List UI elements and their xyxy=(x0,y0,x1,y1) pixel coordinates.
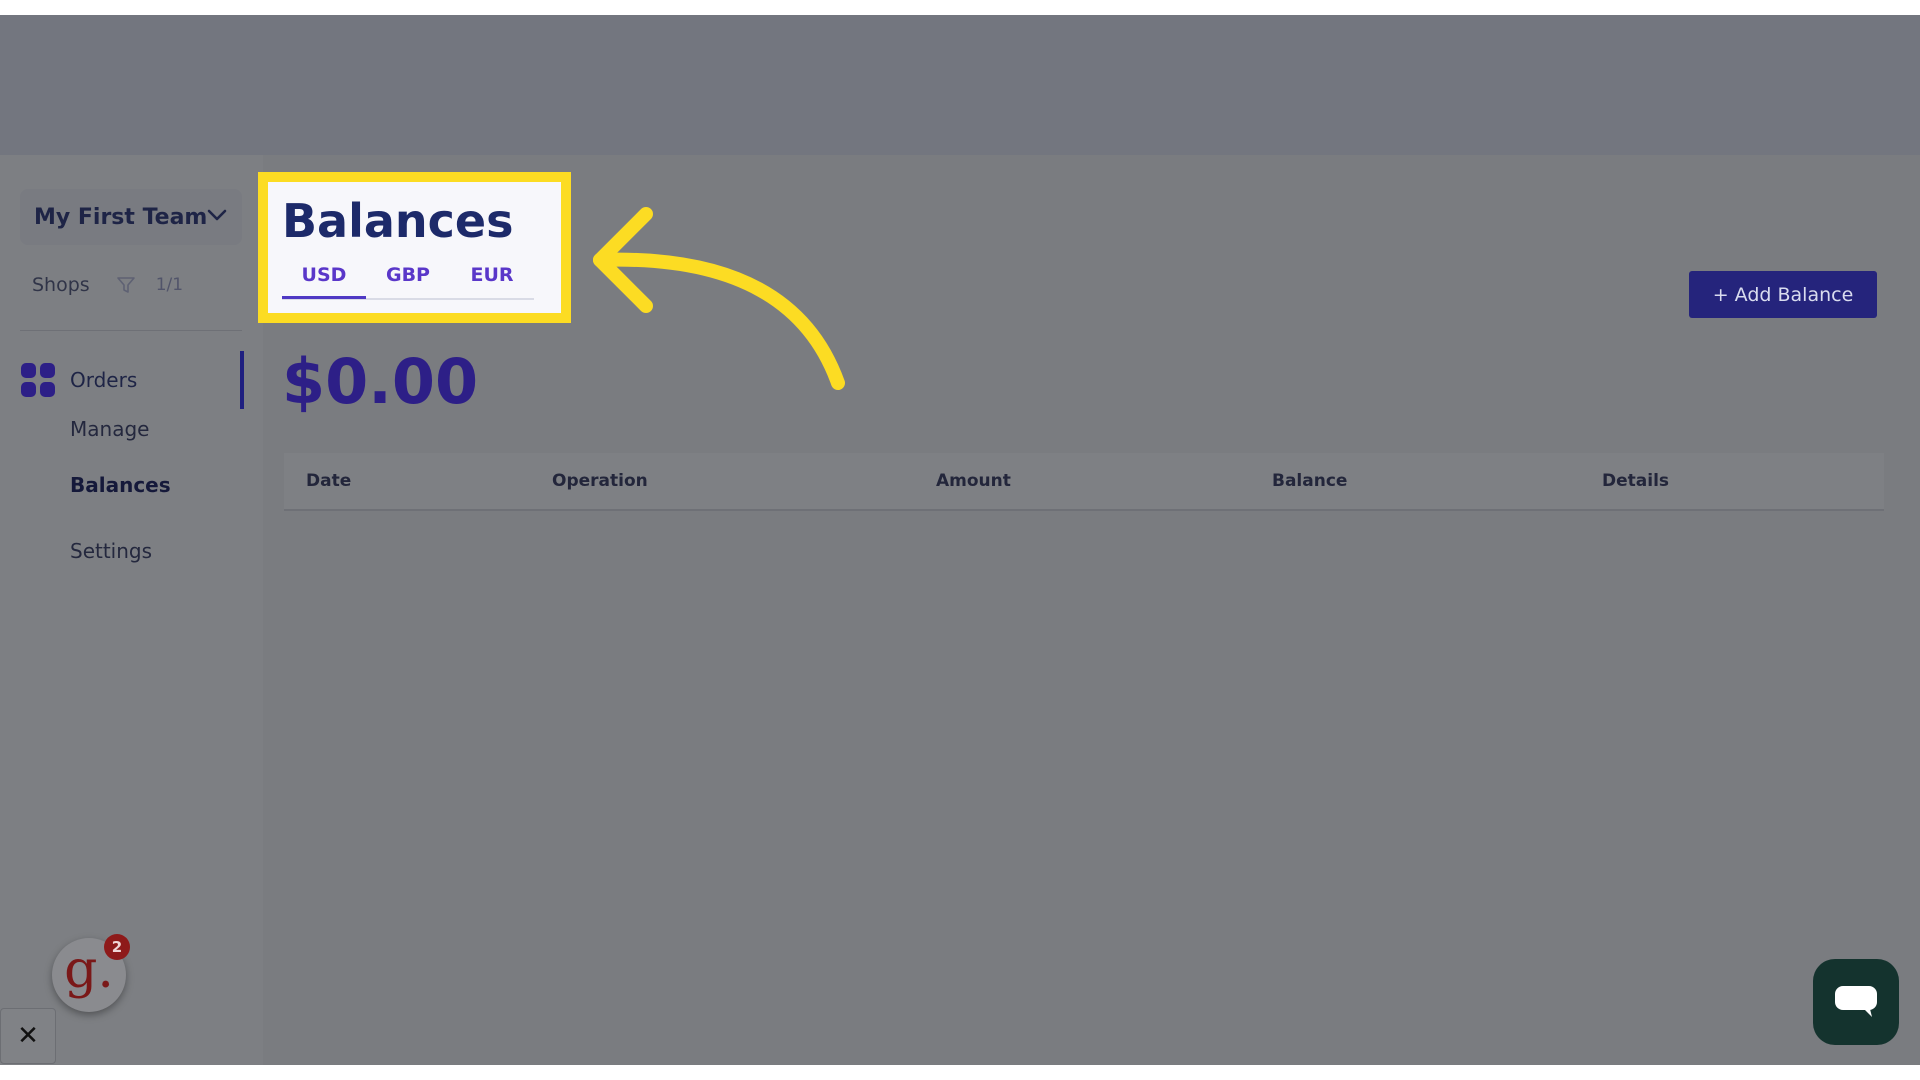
column-header-amount[interactable]: Amount xyxy=(936,471,1011,491)
sidebar-item-orders-label: Orders xyxy=(70,368,138,392)
notification-badge: 2 xyxy=(104,934,130,960)
chat-button[interactable] xyxy=(1813,959,1899,1045)
shops-count: 1/1 xyxy=(155,275,184,295)
grid-icon xyxy=(21,363,55,397)
team-name: My First Team xyxy=(34,204,208,230)
column-header-balance[interactable]: Balance xyxy=(1272,471,1347,491)
sidebar-item-manage[interactable]: Manage xyxy=(70,417,149,441)
highlighted-header: Balances USD GBP EUR xyxy=(258,172,571,323)
sidebar-item-orders[interactable]: Orders xyxy=(20,351,244,409)
sidebar-item-balances[interactable]: Balances xyxy=(70,473,171,497)
sidebar: My First Team Shops 1/1 Orders Manage Ba… xyxy=(0,155,263,1065)
tab-usd[interactable]: USD xyxy=(282,264,366,299)
page-title: Balances xyxy=(282,194,514,248)
add-balance-button[interactable]: + Add Balance xyxy=(1689,271,1877,318)
sidebar-item-settings[interactable]: Settings xyxy=(70,539,152,563)
currency-tabs: USD GBP EUR xyxy=(282,262,534,300)
team-selector[interactable]: My First Team xyxy=(20,189,242,245)
chevron-down-icon xyxy=(207,209,227,221)
bottom-strip xyxy=(0,1065,1920,1080)
active-indicator xyxy=(240,351,244,409)
column-header-date[interactable]: Date xyxy=(306,471,351,491)
shops-label: Shops xyxy=(32,274,90,296)
filter-icon[interactable] xyxy=(116,275,136,295)
tab-eur[interactable]: EUR xyxy=(450,264,534,296)
top-banner xyxy=(0,15,1920,155)
arrow-annotation xyxy=(593,207,845,390)
column-header-operation[interactable]: Operation xyxy=(552,471,648,491)
app-viewport: My First Team Shops 1/1 Orders Manage Ba… xyxy=(0,15,1920,1065)
chat-icon xyxy=(1835,986,1877,1017)
close-icon[interactable]: ✕ xyxy=(0,1008,56,1064)
sidebar-divider xyxy=(20,330,242,331)
balances-table-header: Date Operation Amount Balance Details xyxy=(284,453,1884,511)
balance-amount: $0.00 xyxy=(282,345,479,418)
column-header-details[interactable]: Details xyxy=(1602,471,1669,491)
shops-row: Shops 1/1 xyxy=(32,270,183,300)
tab-gbp[interactable]: GBP xyxy=(366,264,450,296)
